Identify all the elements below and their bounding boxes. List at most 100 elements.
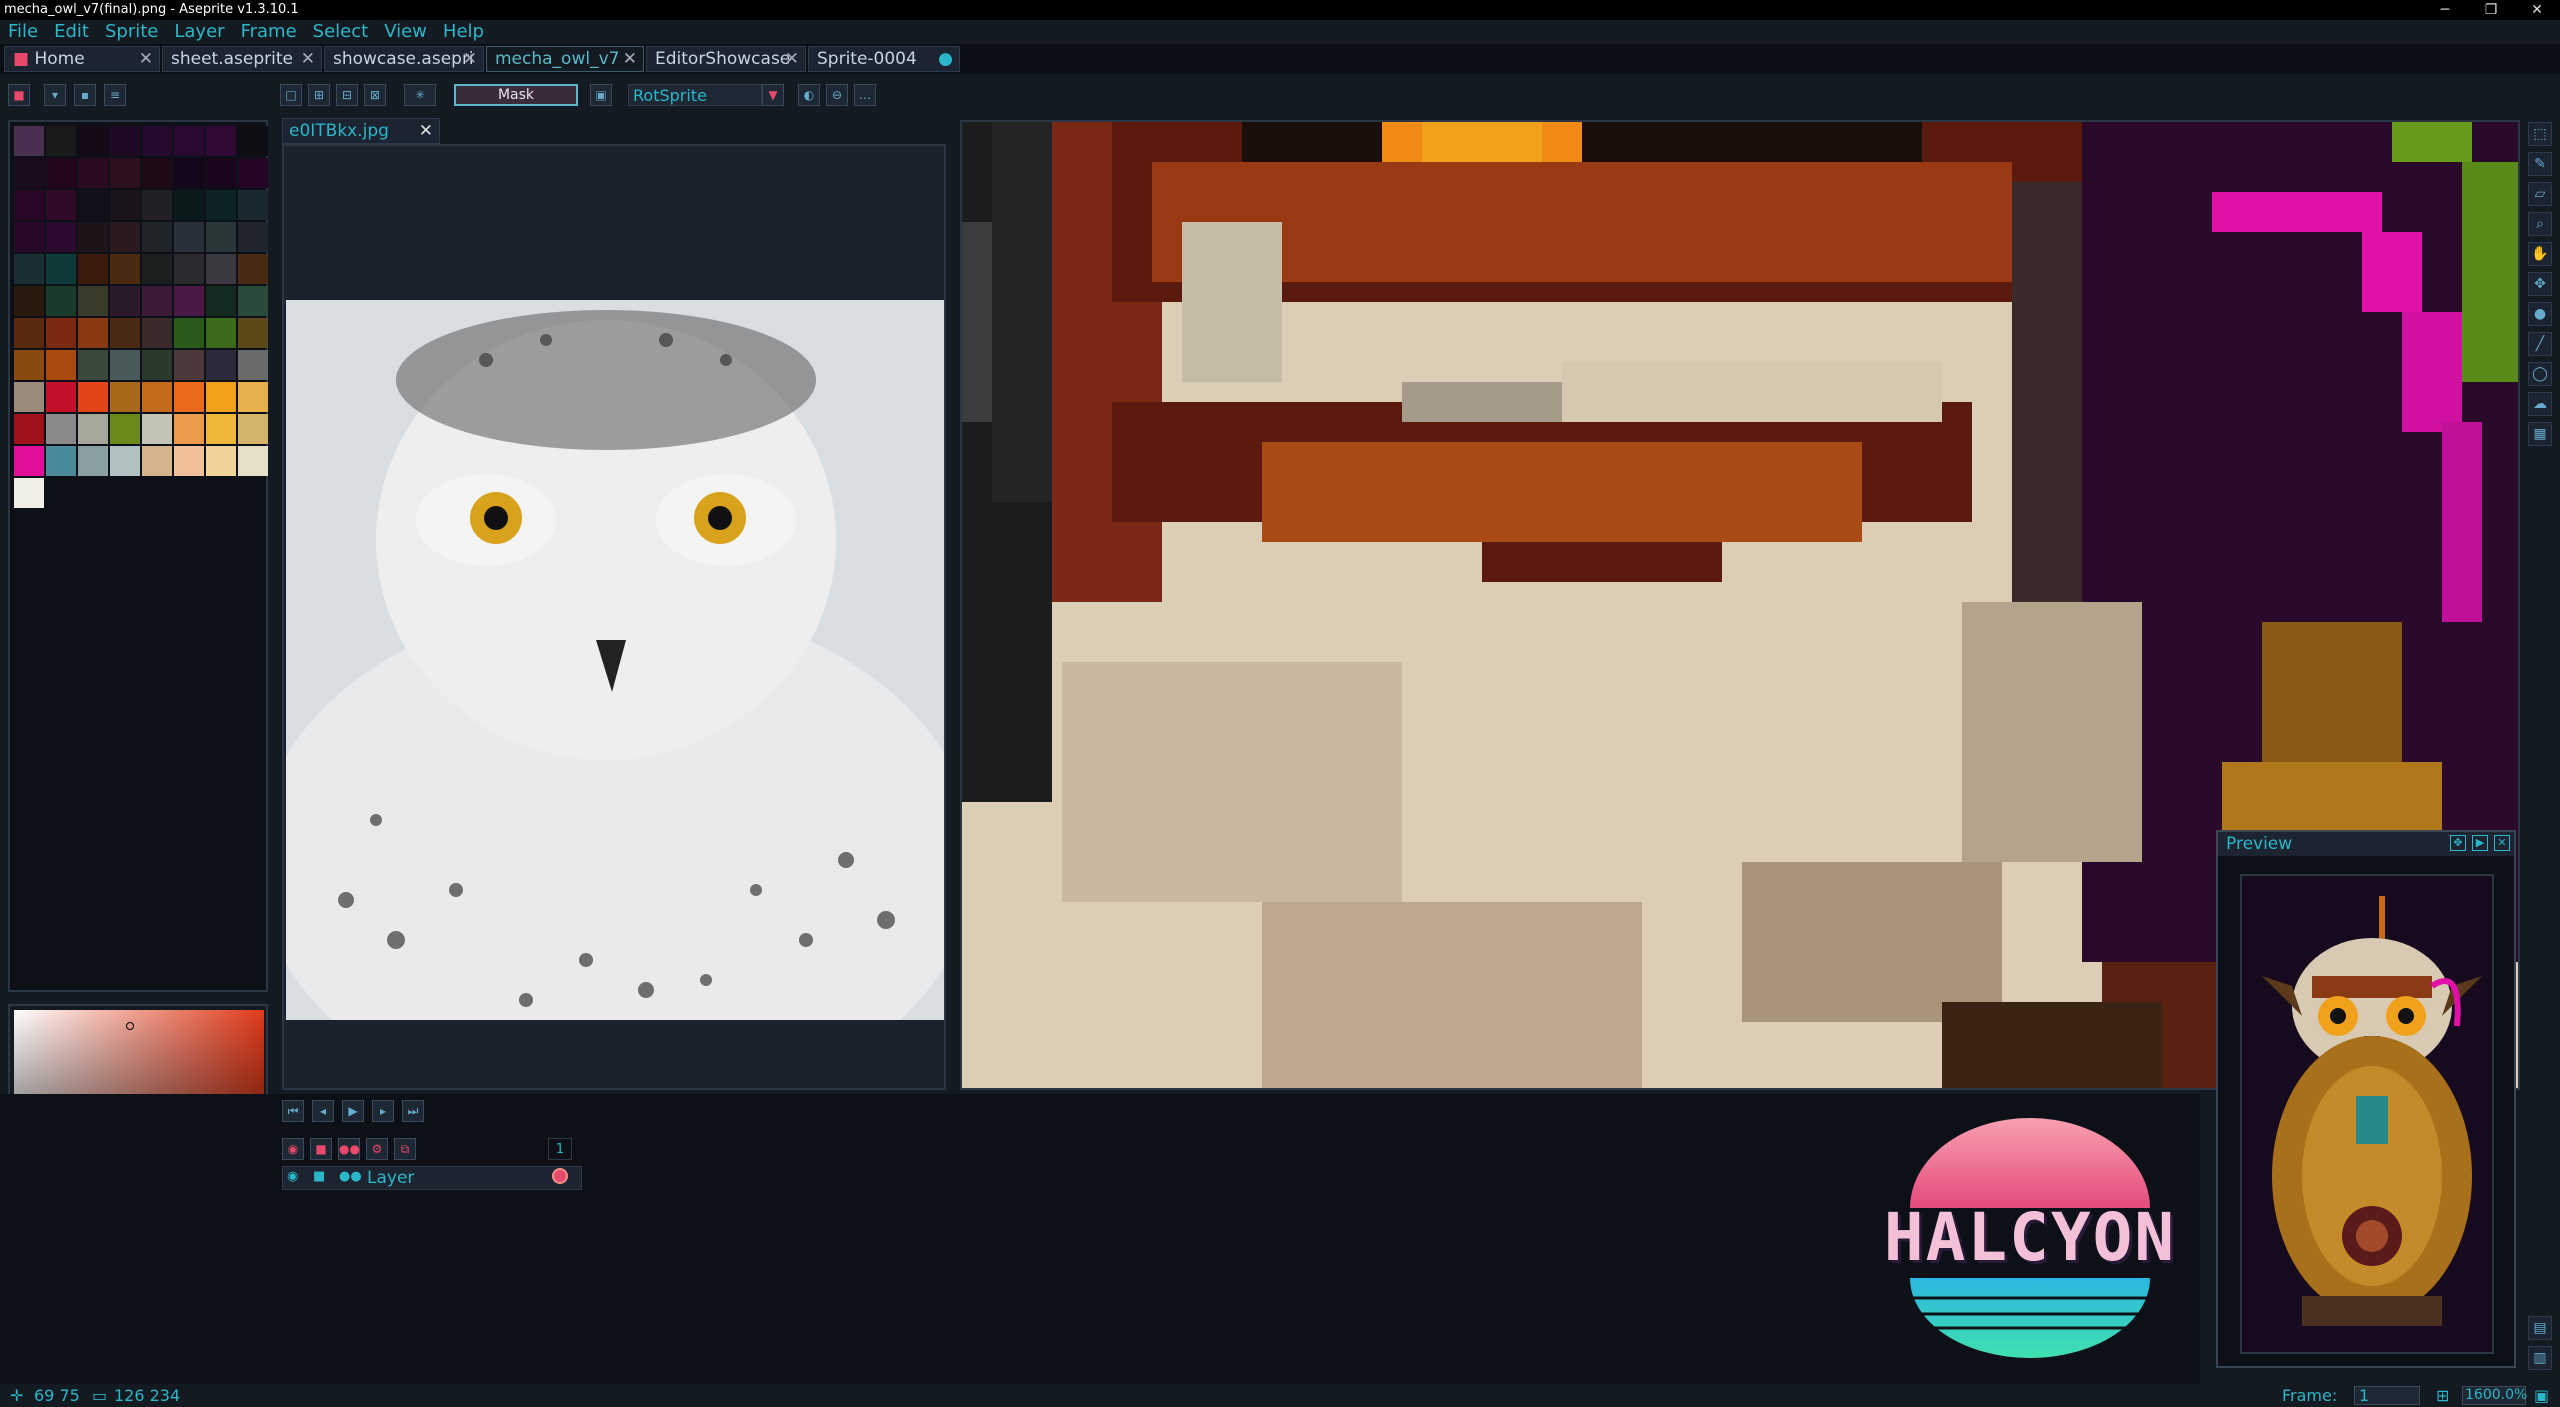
- selection-add-icon[interactable]: ⊞: [308, 84, 330, 106]
- palette-swatch[interactable]: [142, 382, 172, 412]
- cel-dot[interactable]: [552, 1168, 568, 1184]
- palette-swatch[interactable]: [14, 190, 44, 220]
- palette-swatch[interactable]: [78, 158, 108, 188]
- palette-swatch[interactable]: [110, 382, 140, 412]
- palette-swatch[interactable]: [110, 222, 140, 252]
- palette-swatch[interactable]: [46, 414, 76, 444]
- palette-swatch[interactable]: [14, 382, 44, 412]
- palette-swatch[interactable]: [110, 158, 140, 188]
- palette-save-icon[interactable]: ▪: [74, 84, 96, 106]
- layer-settings-icon[interactable]: ⚙: [366, 1138, 388, 1160]
- chevron-down-icon[interactable]: ▼: [762, 84, 784, 106]
- palette-swatch[interactable]: [46, 382, 76, 412]
- menu-select[interactable]: Select: [305, 20, 377, 44]
- palette-swatch[interactable]: [142, 222, 172, 252]
- preview-play-icon[interactable]: ▶: [2472, 835, 2488, 851]
- tab-showcase[interactable]: showcase.asepri ✕: [324, 46, 484, 72]
- visibility-icon[interactable]: ◉: [282, 1138, 304, 1160]
- palette-swatch[interactable]: [238, 126, 268, 156]
- palette-swatch[interactable]: [206, 414, 236, 444]
- palette-swatch[interactable]: [78, 254, 108, 284]
- move-tool-icon[interactable]: ✥: [2528, 272, 2552, 296]
- palette-swatch[interactable]: [78, 414, 108, 444]
- palette-swatch[interactable]: [206, 286, 236, 316]
- palette-swatch[interactable]: [110, 318, 140, 348]
- palette-swatch[interactable]: [46, 190, 76, 220]
- fill-tool-icon[interactable]: ●: [2528, 302, 2552, 326]
- palette-swatch[interactable]: [238, 446, 268, 476]
- close-icon[interactable]: ✕: [2514, 0, 2560, 20]
- palette-swatch[interactable]: [46, 222, 76, 252]
- palette-swatch[interactable]: [14, 158, 44, 188]
- close-tab-icon[interactable]: ✕: [301, 47, 315, 71]
- tab-mecha-owl[interactable]: mecha_owl_v7 ✕: [486, 46, 644, 72]
- palette-swatch[interactable]: [142, 158, 172, 188]
- layer-lock-icon[interactable]: ■: [313, 1169, 325, 1184]
- palette-swatch[interactable]: [174, 414, 204, 444]
- menu-layer[interactable]: Layer: [166, 20, 232, 44]
- menu-file[interactable]: File: [0, 20, 46, 44]
- layer-visible-icon[interactable]: ◉: [287, 1169, 298, 1184]
- menu-edit[interactable]: Edit: [46, 20, 97, 44]
- layers-toggle-icon[interactable]: ▥: [2528, 1346, 2552, 1370]
- palette-swatch[interactable]: [46, 286, 76, 316]
- palette-swatch[interactable]: [238, 286, 268, 316]
- lock-icon[interactable]: ■: [310, 1138, 332, 1160]
- palette-swatch[interactable]: [78, 126, 108, 156]
- frame-field[interactable]: 1: [2354, 1386, 2420, 1405]
- close-tab-icon[interactable]: ✕: [785, 47, 799, 71]
- sv-cursor[interactable]: [126, 1022, 134, 1030]
- add-frame-icon[interactable]: ⊞: [2436, 1384, 2449, 1407]
- palette-swatch[interactable]: [46, 254, 76, 284]
- menu-view[interactable]: View: [376, 20, 435, 44]
- palette-swatch[interactable]: [46, 158, 76, 188]
- palette-swatch[interactable]: [238, 254, 268, 284]
- palette-menu-icon[interactable]: ≡: [104, 84, 126, 106]
- selection-replace-icon[interactable]: □: [280, 84, 302, 106]
- palette-swatch[interactable]: [238, 318, 268, 348]
- palette-swatch[interactable]: [142, 318, 172, 348]
- flip-vertical-icon[interactable]: ⊖: [826, 84, 848, 106]
- palette-swatch[interactable]: [238, 350, 268, 380]
- menu-help[interactable]: Help: [435, 20, 492, 44]
- rotation-algorithm-select[interactable]: RotSprite: [628, 84, 762, 106]
- frame-header[interactable]: 1: [548, 1138, 572, 1160]
- pivot-icon[interactable]: ✳: [404, 84, 436, 106]
- restore-icon[interactable]: ❐: [2468, 0, 2514, 20]
- hand-tool-icon[interactable]: ✋: [2528, 242, 2552, 266]
- line-tool-icon[interactable]: ╱: [2528, 332, 2552, 356]
- eraser-tool-icon[interactable]: ▱: [2528, 182, 2552, 206]
- palette-swatch[interactable]: [110, 126, 140, 156]
- palette-swatch[interactable]: [14, 254, 44, 284]
- minimize-icon[interactable]: ─: [2422, 0, 2468, 20]
- timeline-toggle-icon[interactable]: ▤: [2528, 1316, 2552, 1340]
- palette-swatch[interactable]: [174, 318, 204, 348]
- layer-continuous-icon[interactable]: ●●: [339, 1169, 362, 1184]
- selection-subtract-icon[interactable]: ⊟: [336, 84, 358, 106]
- layer-row[interactable]: ◉ ■ ●● Layer: [282, 1166, 582, 1190]
- palette-swatch[interactable]: [206, 158, 236, 188]
- palette-swatch[interactable]: [206, 318, 236, 348]
- palette-swatch[interactable]: [206, 190, 236, 220]
- palette-swatch[interactable]: [174, 446, 204, 476]
- tab-editor-showcase[interactable]: EditorShowcase ✕: [646, 46, 806, 72]
- palette-swatch[interactable]: [238, 222, 268, 252]
- palette-swatch[interactable]: [238, 414, 268, 444]
- palette-swatch[interactable]: [14, 126, 44, 156]
- preview-close-icon[interactable]: ✕: [2494, 835, 2510, 851]
- palette-swatch[interactable]: [238, 158, 268, 188]
- palette-swatch[interactable]: [142, 286, 172, 316]
- tab-home[interactable]: ■ Home ✕: [4, 46, 160, 72]
- more-options-icon[interactable]: …: [854, 84, 876, 106]
- onion-skin-icon[interactable]: ⧉: [394, 1138, 416, 1160]
- palette-swatch[interactable]: [78, 190, 108, 220]
- palette-swatch[interactable]: [14, 446, 44, 476]
- palette-swatch[interactable]: [14, 478, 44, 508]
- palette-swatch[interactable]: [206, 126, 236, 156]
- palette-swatch[interactable]: [14, 286, 44, 316]
- palette-sort-icon[interactable]: ▾: [44, 84, 66, 106]
- ellipse-tool-icon[interactable]: ◯: [2528, 362, 2552, 386]
- palette-swatch[interactable]: [110, 446, 140, 476]
- palette-swatch[interactable]: [142, 350, 172, 380]
- close-tab-icon[interactable]: ✕: [419, 119, 433, 143]
